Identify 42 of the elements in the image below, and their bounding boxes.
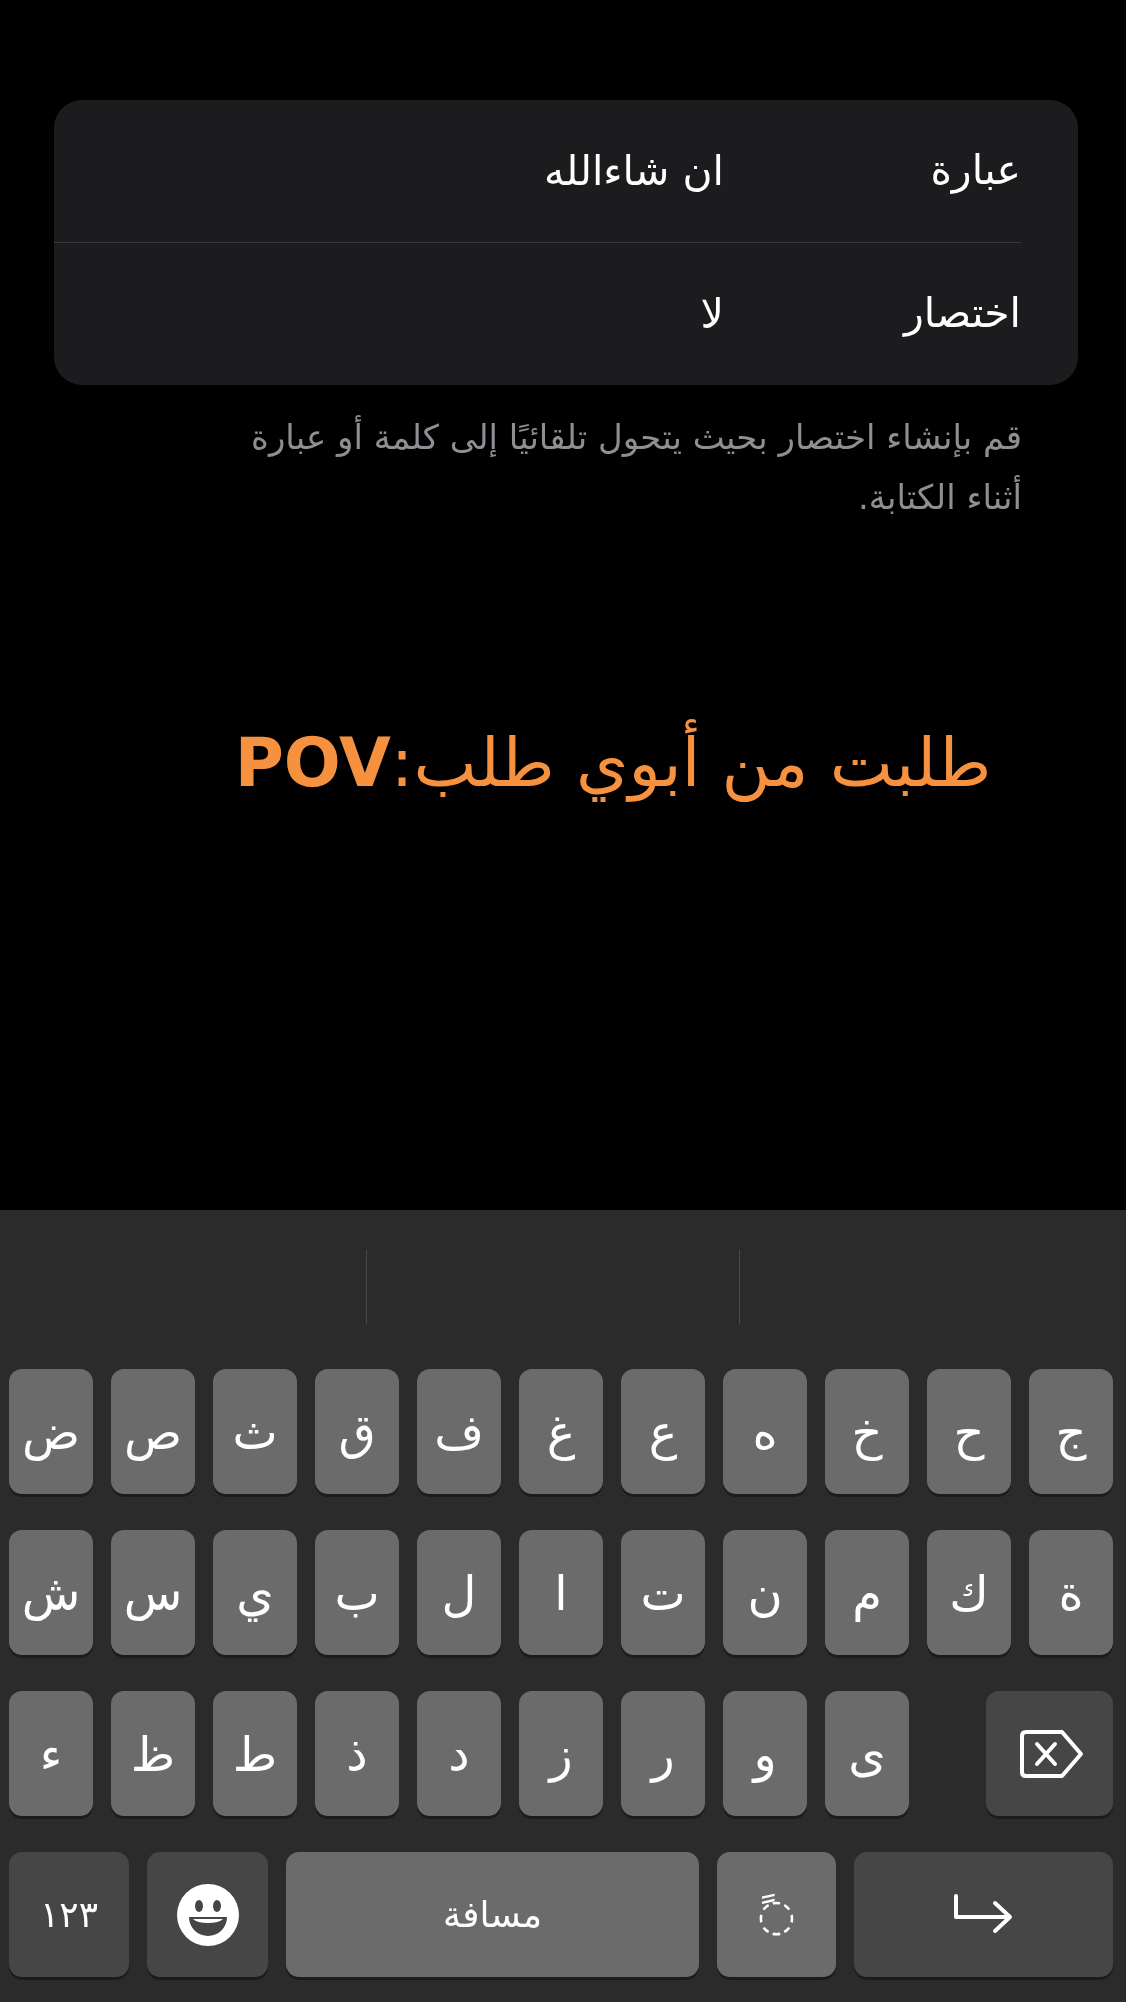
- letter-key[interactable]: ك: [927, 1530, 1011, 1655]
- input-field[interactable]: ان شاءالله: [84, 137, 724, 205]
- hint-text: قم بإنشاء اختصار بحيث يتحول تلقائيًا إلى كلمة أو عبارة أثناء الكتابة.: [250, 414, 1022, 519]
- input-field[interactable]: لا: [84, 280, 724, 348]
- letter-key[interactable]: ص: [111, 1369, 195, 1494]
- diacritic-key[interactable]: ◌ً: [717, 1852, 836, 1977]
- letter-key[interactable]: ة: [1029, 1530, 1113, 1655]
- letter-key[interactable]: ا: [519, 1530, 603, 1655]
- letter-key[interactable]: ز: [519, 1691, 603, 1816]
- letter-key[interactable]: ض: [9, 1369, 93, 1494]
- field-label: اختصار: [901, 288, 1021, 340]
- letter-key[interactable]: خ: [825, 1369, 909, 1494]
- letter-key[interactable]: م: [825, 1530, 909, 1655]
- letter-key[interactable]: ع: [621, 1369, 705, 1494]
- letter-key[interactable]: ف: [417, 1369, 501, 1494]
- letter-key[interactable]: و: [723, 1691, 807, 1816]
- letter-key[interactable]: ى: [825, 1691, 909, 1816]
- letter-key[interactable]: ث: [213, 1369, 297, 1494]
- emoji-key[interactable]: [147, 1852, 268, 1977]
- field-label: عبارة: [929, 145, 1021, 197]
- letter-key[interactable]: ل: [417, 1530, 501, 1655]
- letter-key[interactable]: س: [111, 1530, 195, 1655]
- letter-key[interactable]: ب: [315, 1530, 399, 1655]
- letter-key[interactable]: ج: [1029, 1369, 1113, 1494]
- delete-key[interactable]: [986, 1691, 1113, 1816]
- letter-key[interactable]: ق: [315, 1369, 399, 1494]
- letter-key[interactable]: ش: [9, 1530, 93, 1655]
- letter-key[interactable]: ي: [213, 1530, 297, 1655]
- letter-key[interactable]: ه: [723, 1369, 807, 1494]
- letter-key[interactable]: ن: [723, 1530, 807, 1655]
- letter-key[interactable]: ط: [213, 1691, 297, 1816]
- letter-key[interactable]: غ: [519, 1369, 603, 1494]
- letter-key[interactable]: ظ: [111, 1691, 195, 1816]
- letter-key[interactable]: ذ: [315, 1691, 399, 1816]
- letter-key[interactable]: د: [417, 1691, 501, 1816]
- letter-key[interactable]: ر: [621, 1691, 705, 1816]
- smiley-icon: [176, 1883, 239, 1946]
- numbers-key[interactable]: ١٢٣: [9, 1852, 129, 1977]
- space-key[interactable]: مسافة: [286, 1852, 699, 1977]
- letter-key[interactable]: ء: [9, 1691, 93, 1816]
- letter-key[interactable]: ت: [621, 1530, 705, 1655]
- letter-key[interactable]: ح: [927, 1369, 1011, 1494]
